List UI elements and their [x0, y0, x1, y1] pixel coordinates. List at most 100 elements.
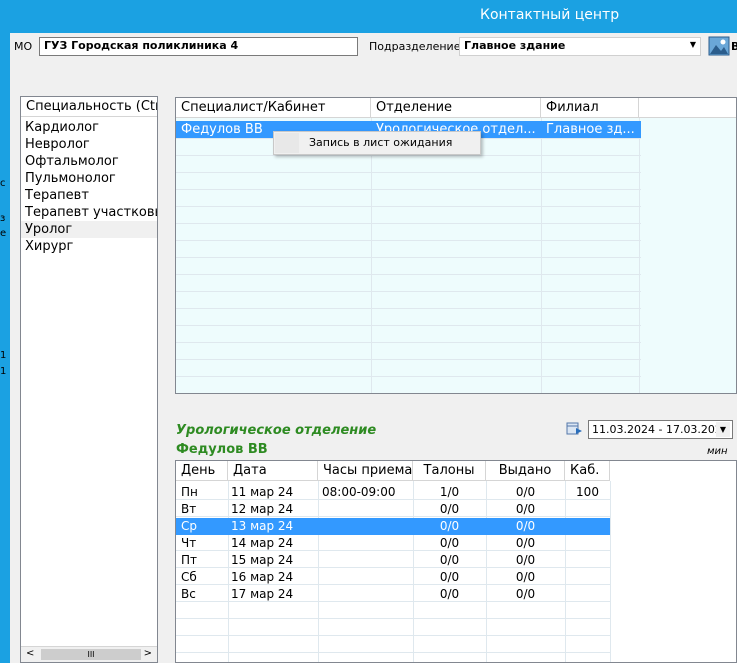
cell-day: Пн [181, 485, 198, 499]
schedule-doctor-name: Федулов ВВ [176, 442, 268, 457]
specialty-item[interactable]: Кардиолог [21, 119, 157, 136]
col-header-empty [639, 98, 736, 118]
cell-tickets: 0/0 [439, 553, 460, 567]
cell-date: 17 мар 24 [231, 587, 294, 601]
grid-row-line [176, 393, 641, 394]
cell-tickets: 1/0 [439, 485, 460, 499]
subdivision-label: Подразделение [369, 40, 461, 53]
user-picture-button[interactable] [708, 36, 730, 56]
cell-room [565, 552, 610, 569]
grid-row-line [176, 257, 641, 258]
cut-off-label: В [731, 40, 737, 53]
grid-row-line [176, 223, 641, 224]
schedule-row[interactable]: Пт 15 мар 24 0/0 0/0 [176, 552, 610, 569]
cell-issued: 0/0 [515, 587, 536, 601]
cell-tickets: 0/0 [439, 536, 460, 550]
grid-row-line [176, 635, 610, 636]
cell-tickets: 0/0 [439, 502, 460, 516]
specialty-item[interactable]: Офтальмолог [21, 153, 157, 170]
cell-hours [322, 552, 410, 569]
specialty-item[interactable]: Терапевт участковый [21, 204, 157, 221]
scroll-left-icon[interactable]: < [26, 648, 34, 659]
cell-issued: 0/0 [515, 553, 536, 567]
cell-day: Чт [181, 536, 197, 550]
grid-row-line [176, 359, 641, 360]
landscape-picture-icon [708, 36, 730, 56]
schedule-row[interactable]: Вс 17 мар 24 0/0 0/0 [176, 586, 610, 603]
cell-hours [322, 518, 410, 535]
col-header-issued[interactable]: Выдано [486, 461, 565, 481]
schedule-row[interactable]: Чт 14 мар 24 0/0 0/0 [176, 535, 610, 552]
grid-row-line [176, 342, 641, 343]
window-title: Контактный центр [480, 7, 620, 23]
left-edge-strip [0, 33, 10, 663]
cell-issued: 0/0 [515, 502, 536, 516]
specialty-item[interactable]: Терапевт [21, 187, 157, 204]
grid-row-line [176, 274, 641, 275]
cell-day: Сб [181, 570, 197, 584]
mo-field[interactable]: ГУЗ Городская поликлиника 4 [39, 37, 358, 56]
schedule-row-selected[interactable]: Ср 13 мар 24 0/0 0/0 [176, 518, 610, 535]
schedule-department-title: Урологическое отделение [176, 423, 377, 438]
cell-date: 15 мар 24 [231, 553, 294, 567]
grid-col-line [371, 118, 372, 393]
cell-room [565, 586, 610, 603]
cell-issued: 0/0 [515, 536, 536, 550]
cell-day: Вт [181, 502, 197, 516]
week-navigate-button[interactable] [566, 421, 584, 437]
cell-date: 11 мар 24 [231, 485, 294, 499]
schedule-row[interactable]: Сб 16 мар 24 0/0 0/0 [176, 569, 610, 586]
cell-room [565, 501, 610, 518]
context-menu-icon-column [275, 133, 299, 153]
grid-row-line [176, 291, 641, 292]
subdivision-select[interactable]: Главное здание ▼ [459, 37, 701, 56]
menu-item-add-to-waitlist[interactable]: Запись в лист ожидания [309, 136, 452, 149]
specialty-item[interactable]: Пульмонолог [21, 170, 157, 187]
mo-label: МО [14, 40, 33, 53]
scroll-thumb[interactable]: III [41, 649, 141, 660]
col-header-department[interactable]: Отделение [371, 98, 541, 118]
specialty-item[interactable]: Невролог [21, 136, 157, 153]
grid-row-line [176, 155, 641, 156]
edge-fragment: 1 [0, 350, 7, 361]
specialty-column-header[interactable]: Специальность (Ctrl+ [21, 97, 157, 117]
schedule-row[interactable]: Вт 12 мар 24 0/0 0/0 [176, 501, 610, 518]
subdivision-value: Главное здание [464, 39, 566, 52]
horizontal-scrollbar[interactable]: < III > [21, 646, 157, 662]
grid-row-line [176, 376, 641, 377]
date-range-select[interactable]: 11.03.2024 - 17.03.2024 ▼ [588, 420, 733, 439]
cell-tickets: 0/0 [439, 587, 460, 601]
col-header-specialist[interactable]: Специалист/Кабинет [176, 98, 371, 118]
chevron-down-icon[interactable]: ▼ [716, 422, 730, 437]
grid-row-line [176, 325, 641, 326]
cell-date: 13 мар 24 [231, 519, 294, 533]
col-header-tickets[interactable]: Талоны [413, 461, 486, 481]
cell-hours [322, 586, 410, 603]
specialty-item[interactable]: Хирург [21, 238, 157, 255]
col-header-branch[interactable]: Филиал [541, 98, 639, 118]
cell-issued: 0/0 [515, 570, 536, 584]
schedule-grid: День Дата Часы приема Талоны Выдано Каб.… [175, 460, 737, 663]
cell-tickets: 0/0 [439, 570, 460, 584]
grid-row-line [176, 240, 641, 241]
grid-row-line [176, 189, 641, 190]
specialty-item-selected[interactable]: Уролог [21, 221, 157, 238]
grid-col-line [541, 118, 542, 393]
grid-col-line [610, 481, 611, 662]
edge-fragment: с [0, 178, 6, 189]
cell-room [565, 518, 610, 535]
col-header-hours[interactable]: Часы приема [318, 461, 413, 481]
scroll-right-icon[interactable]: > [144, 648, 152, 659]
grid-row-line [176, 652, 610, 653]
cell-room: 100 [576, 485, 599, 499]
col-header-room[interactable]: Каб. [565, 461, 610, 481]
grid-col-line [639, 118, 640, 393]
col-header-day[interactable]: День [176, 461, 228, 481]
cell-hours [322, 501, 410, 518]
cell-day: Вс [181, 587, 196, 601]
col-header-date[interactable]: Дата [228, 461, 318, 481]
cell-date: 12 мар 24 [231, 502, 294, 516]
schedule-row[interactable]: Пн 11 мар 24 08:00-09:00 1/0 0/0 100 [176, 484, 610, 501]
cell-date: 16 мар 24 [231, 570, 294, 584]
cell-issued: 0/0 [515, 519, 536, 533]
